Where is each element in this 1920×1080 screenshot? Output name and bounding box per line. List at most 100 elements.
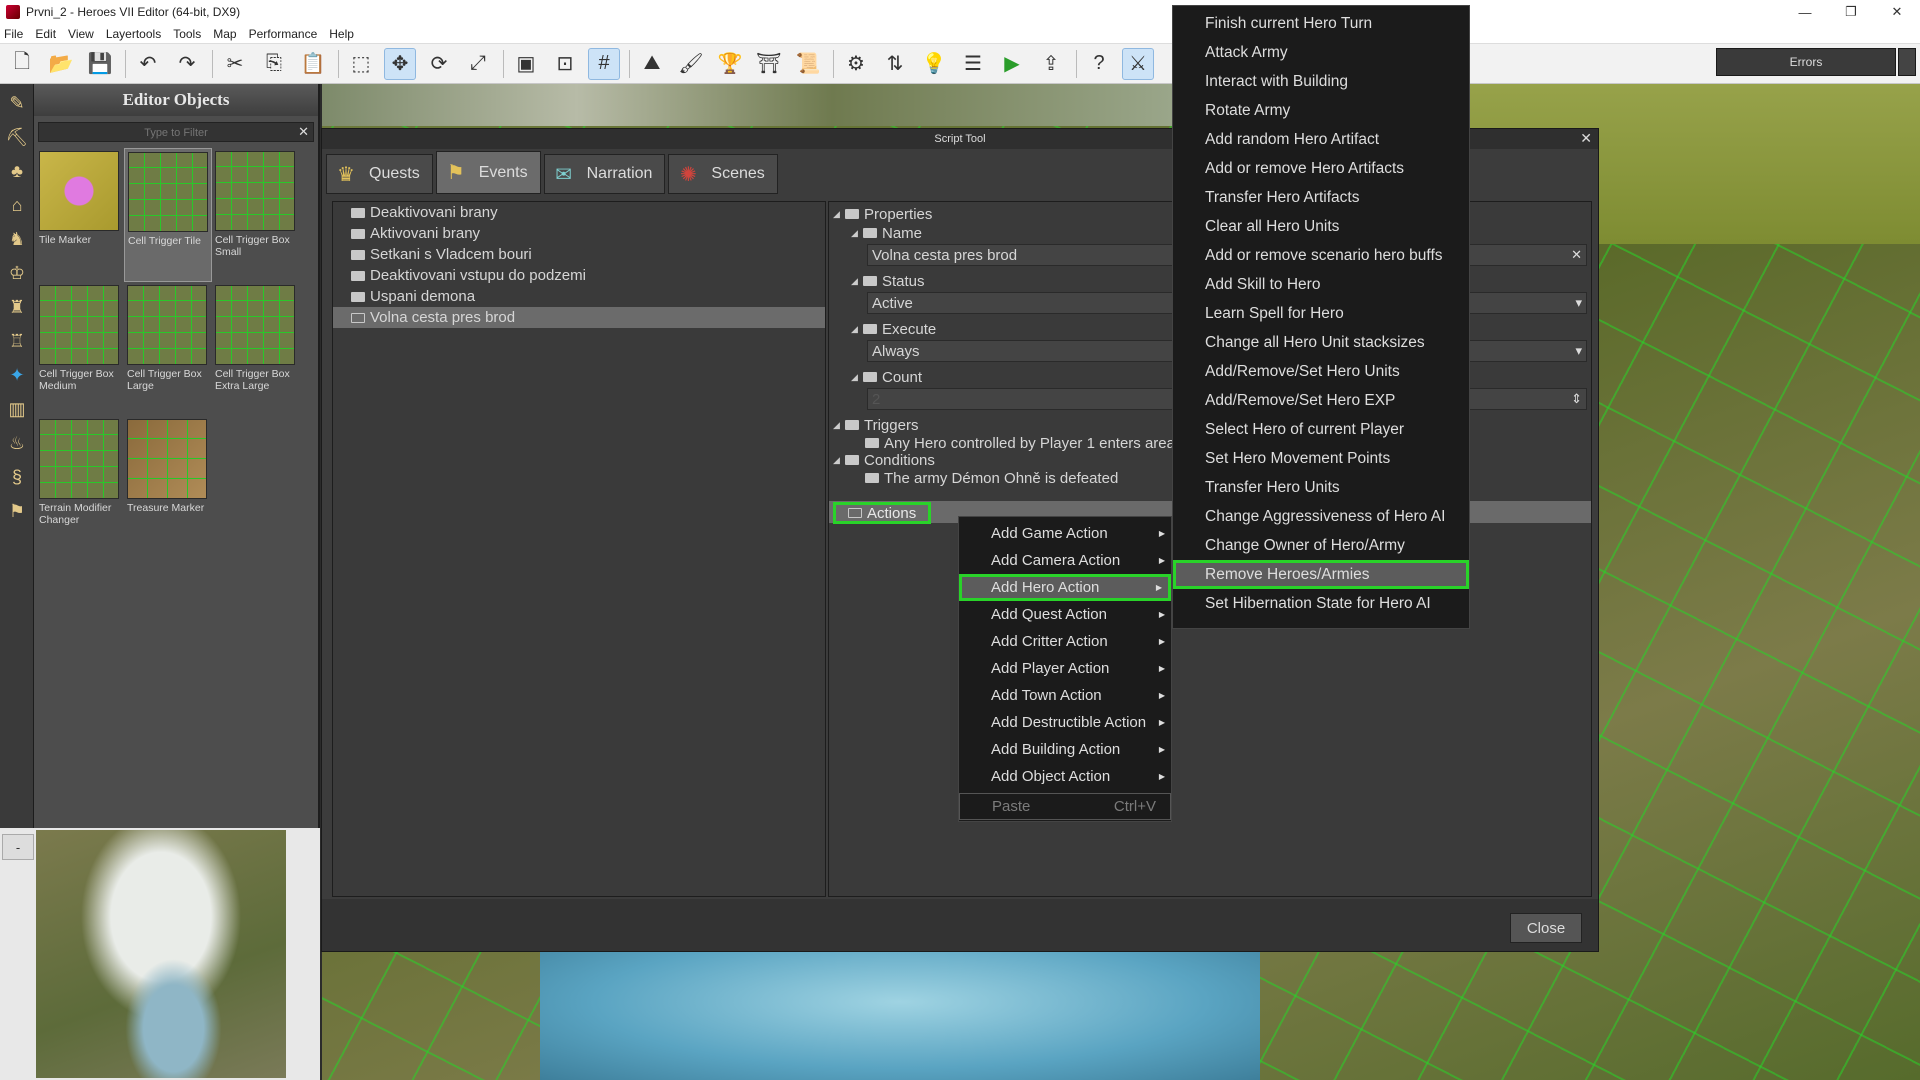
list-item[interactable]: Aktivovani brany — [333, 223, 825, 244]
filter-input[interactable] — [39, 124, 313, 142]
tree-node-properties[interactable]: ◢ Properties — [833, 204, 932, 224]
list-item[interactable]: Deaktivovani vstupu do podzemi — [333, 265, 825, 286]
menu-item-ai-aggressiveness[interactable]: Change Aggressiveness of Hero AI — [1173, 502, 1469, 531]
menu-item-add-remove-artifacts[interactable]: Add or remove Hero Artifacts — [1173, 154, 1469, 183]
copy-icon[interactable]: ⎘ — [258, 48, 290, 80]
menu-item-add-object-action[interactable]: Add Object Action ▶ — [959, 763, 1171, 790]
menu-performance[interactable]: Performance — [249, 27, 318, 41]
select-icon[interactable]: ⬚ — [345, 48, 377, 80]
scroll-icon[interactable]: 📜 — [792, 48, 824, 80]
paint-icon[interactable]: 🖌 — [675, 48, 707, 80]
2d-view-icon[interactable]: ⊡ — [549, 48, 581, 80]
stepper-arrows-icon[interactable]: ⇕ — [1571, 391, 1582, 407]
collapse-arrow-icon[interactable]: ◢ — [833, 455, 845, 466]
menu-item-transfer-units[interactable]: Transfer Hero Units — [1173, 473, 1469, 502]
tree-node-triggers[interactable]: ◢ Triggers — [833, 415, 918, 435]
tab-events[interactable]: ⚑ Events — [435, 151, 541, 194]
tab-scenes[interactable]: ✺ Scenes — [668, 154, 778, 194]
tree-tool-icon[interactable]: ♣ — [2, 156, 32, 186]
tree-node-status[interactable]: ◢ Status — [851, 271, 925, 291]
collapse-arrow-icon[interactable]: ◢ — [851, 324, 863, 335]
screenshot-icon[interactable]: ▣ — [510, 48, 542, 80]
tab-quests[interactable]: ♛ Quests — [326, 154, 433, 194]
open-folder-icon[interactable]: 📂 — [45, 48, 77, 80]
swap-icon[interactable]: ⇅ — [879, 48, 911, 80]
clear-name-icon[interactable]: ✕ — [1571, 247, 1582, 263]
object-cell-trigger-box-small[interactable]: Cell Trigger Box Small — [212, 148, 300, 282]
script-icon[interactable]: ☰ — [957, 48, 989, 80]
list-item[interactable]: Deaktivovani brany — [333, 202, 825, 223]
menu-item-learn-spell[interactable]: Learn Spell for Hero — [1173, 299, 1469, 328]
menu-item-add-camera-action[interactable]: Add Camera Action ▶ — [959, 547, 1171, 574]
collapse-arrow-icon[interactable]: ◢ — [851, 276, 863, 287]
terrain-icon[interactable]: ⛰ — [636, 48, 668, 80]
unit-tool-icon[interactable]: ♞ — [2, 224, 32, 254]
scroll-tool-icon[interactable]: § — [2, 462, 32, 492]
rotate-icon[interactable]: ⟳ — [423, 48, 455, 80]
menu-item-add-building-action[interactable]: Add Building Action ▶ — [959, 736, 1171, 763]
chevron-down-icon[interactable]: ▾ — [1575, 343, 1582, 359]
object-cell-trigger-box-large[interactable]: Cell Trigger Box Large — [124, 282, 212, 416]
chest-tool-icon[interactable]: ▥ — [2, 394, 32, 424]
export-icon[interactable]: ⇪ — [1035, 48, 1067, 80]
menu-item-change-stacksizes[interactable]: Change all Hero Unit stacksizes — [1173, 328, 1469, 357]
help-icon[interactable]: ? — [1083, 48, 1115, 80]
menu-item-add-quest-action[interactable]: Add Quest Action ▶ — [959, 601, 1171, 628]
menu-item-movement-points[interactable]: Set Hero Movement Points — [1173, 444, 1469, 473]
collapse-arrow-icon[interactable]: ◢ — [851, 228, 863, 239]
menu-item-scenario-buffs[interactable]: Add or remove scenario hero buffs — [1173, 241, 1469, 270]
close-icon[interactable]: ✕ — [1580, 130, 1592, 147]
lightbulb-icon[interactable]: 💡 — [918, 48, 950, 80]
menu-file[interactable]: File — [4, 27, 23, 41]
maximize-button[interactable]: ❐ — [1828, 0, 1874, 24]
menu-item-set-hero-units[interactable]: Add/Remove/Set Hero Units — [1173, 357, 1469, 386]
object-cell-trigger-box-medium[interactable]: Cell Trigger Box Medium — [36, 282, 124, 416]
menu-item-add-player-action[interactable]: Add Player Action ▶ — [959, 655, 1171, 682]
collapse-arrow-icon[interactable]: ◢ — [833, 209, 845, 220]
minimap[interactable] — [36, 830, 286, 1078]
menu-item-add-hero-action[interactable]: Add Hero Action ▶ — [959, 574, 1171, 601]
collapse-arrow-icon[interactable]: ◢ — [833, 420, 845, 431]
menu-item-clear-hero-units[interactable]: Clear all Hero Units — [1173, 212, 1469, 241]
trophy-tool-icon[interactable]: ♖ — [2, 326, 32, 356]
undo-icon[interactable]: ↶ — [132, 48, 164, 80]
tree-node-count[interactable]: ◢ Count — [851, 367, 922, 387]
menu-item-set-hero-exp[interactable]: Add/Remove/Set Hero EXP — [1173, 386, 1469, 415]
fire-tool-icon[interactable]: ♨ — [2, 428, 32, 458]
menu-item-attack-army[interactable]: Attack Army — [1173, 38, 1469, 67]
list-item[interactable]: Volna cesta pres brod — [333, 307, 825, 328]
gate-icon[interactable]: ⛩ — [753, 48, 785, 80]
grid-icon[interactable]: # — [588, 47, 620, 80]
menu-item-add-skill[interactable]: Add Skill to Hero — [1173, 270, 1469, 299]
pick-tool-icon[interactable]: ⛏ — [2, 122, 32, 152]
close-window-button[interactable]: ✕ — [1874, 0, 1920, 24]
menu-layertools[interactable]: Layertools — [106, 27, 161, 41]
list-item[interactable]: Setkani s Vladcem bouri — [333, 244, 825, 265]
menu-item-hibernation-state[interactable]: Set Hibernation State for Hero AI — [1173, 589, 1469, 618]
menu-item-add-destructible-action[interactable]: Add Destructible Action ▶ — [959, 709, 1171, 736]
trophy-icon[interactable]: 🏆 — [714, 48, 746, 80]
object-treasure-marker[interactable]: Treasure Marker — [124, 416, 212, 550]
move-icon[interactable]: ✥ — [384, 47, 416, 80]
clear-filter-icon[interactable]: ✕ — [298, 124, 309, 140]
scale-icon[interactable]: ⤢ — [462, 48, 494, 80]
tree-node-conditions[interactable]: ◢ Conditions — [833, 450, 935, 470]
tree-node-execute[interactable]: ◢ Execute — [851, 319, 936, 339]
errors-button[interactable]: Errors — [1716, 48, 1896, 76]
chevron-down-icon[interactable]: ▾ — [1575, 295, 1582, 311]
menu-item-add-game-action[interactable]: Add Game Action ▶ — [959, 520, 1171, 547]
menu-map[interactable]: Map — [213, 27, 236, 41]
list-item[interactable]: Uspani demona — [333, 286, 825, 307]
menu-view[interactable]: View — [68, 27, 94, 41]
object-terrain-modifier-changer[interactable]: Terrain Modifier Changer — [36, 416, 124, 550]
paste-icon[interactable]: 📋 — [297, 48, 329, 80]
army-tool-icon[interactable]: ♜ — [2, 292, 32, 322]
minimize-button[interactable]: — — [1782, 0, 1828, 24]
brush-tool-icon[interactable]: ✎ — [2, 88, 32, 118]
menu-item-rotate-army[interactable]: Rotate Army — [1173, 96, 1469, 125]
object-cell-trigger-box-extra-large[interactable]: Cell Trigger Box Extra Large — [212, 282, 300, 416]
menu-item-add-town-action[interactable]: Add Town Action ▶ — [959, 682, 1171, 709]
fight-icon[interactable]: ⚔ — [1122, 47, 1154, 80]
redo-icon[interactable]: ↷ — [171, 48, 203, 80]
menu-help[interactable]: Help — [329, 27, 354, 41]
